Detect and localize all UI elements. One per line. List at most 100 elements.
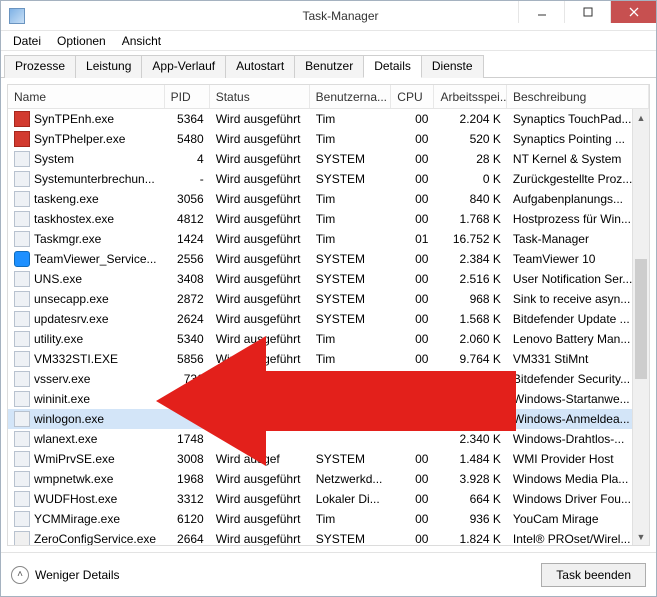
maximize-button[interactable]	[564, 1, 610, 23]
process-icon	[14, 471, 30, 487]
cell-cpu: 00	[391, 349, 434, 369]
col-beschr[interactable]: Beschreibung	[507, 85, 649, 108]
tab-strip: Prozesse Leistung App-Verlauf Autostart …	[1, 51, 656, 78]
cell-pid: 2664	[165, 529, 210, 546]
cell-pid: 3408	[165, 269, 210, 289]
cell-name: taskeng.exe	[8, 189, 165, 209]
cell-user: Tim	[310, 229, 392, 249]
fewer-details-button[interactable]: ˄ Weniger Details	[11, 566, 119, 584]
menu-datei[interactable]: Datei	[5, 32, 49, 50]
tab-details[interactable]: Details	[363, 55, 422, 78]
cell-beschr: Sink to receive asyn...	[507, 289, 649, 309]
cell-pid: 3312	[165, 489, 210, 509]
table-row[interactable]: SynTPEnh.exe5364Wird ausgeführtTim002.20…	[8, 109, 649, 129]
table-row[interactable]: taskeng.exe3056Wird ausgeführtTim00840 K…	[8, 189, 649, 209]
cell-mem: 2.340 K	[434, 429, 506, 449]
cell-name: unsecapp.exe	[8, 289, 165, 309]
scrollbar[interactable]: ▲ ▼	[632, 109, 649, 545]
cell-mem: 840 K	[434, 189, 506, 209]
tab-leistung[interactable]: Leistung	[75, 55, 142, 78]
cell-pid: 788	[165, 389, 210, 409]
process-table: Name PID Status Benutzerna... CPU Arbeit…	[7, 84, 650, 546]
scroll-thumb[interactable]	[635, 259, 647, 379]
table-row[interactable]: updatesrv.exe2624Wird ausgeführtSYSTEM00…	[8, 309, 649, 329]
end-task-button[interactable]: Task beenden	[541, 563, 646, 587]
table-row[interactable]: wininit.exe788520 KWindows-Startanwe...	[8, 389, 649, 409]
cell-beschr: User Notification Ser...	[507, 269, 649, 289]
cell-mem: 2.060 K	[434, 329, 506, 349]
cell-cpu: 00	[391, 109, 434, 129]
table-row[interactable]: Taskmgr.exe1424Wird ausgeführtTim0116.75…	[8, 229, 649, 249]
cell-mem: 1.824 K	[434, 529, 506, 546]
table-row[interactable]: YCMMirage.exe6120Wird ausgeführtTim00936…	[8, 509, 649, 529]
col-pid[interactable]: PID	[165, 85, 210, 108]
process-icon	[14, 391, 30, 407]
scroll-down-icon[interactable]: ▼	[633, 528, 649, 545]
cell-user: Tim	[310, 189, 392, 209]
cell-pid: 736	[165, 369, 210, 389]
cell-pid	[165, 409, 210, 429]
cell-pid: 3056	[165, 189, 210, 209]
menubar: Datei Optionen Ansicht	[1, 31, 656, 51]
col-name[interactable]: Name	[8, 85, 165, 108]
scroll-up-icon[interactable]: ▲	[633, 109, 649, 126]
process-icon	[14, 511, 30, 527]
col-status[interactable]: Status	[210, 85, 310, 108]
cell-pid: 5364	[165, 109, 210, 129]
table-row[interactable]: ZeroConfigService.exe2664Wird ausgeführt…	[8, 529, 649, 546]
tab-benutzer[interactable]: Benutzer	[294, 55, 364, 78]
tab-prozesse[interactable]: Prozesse	[4, 55, 76, 78]
col-cpu[interactable]: CPU	[391, 85, 434, 108]
cell-user: Tim	[310, 129, 392, 149]
tab-dienste[interactable]: Dienste	[421, 55, 484, 78]
table-row[interactable]: winlogon.exe716 KWindows-Anmeldea...	[8, 409, 649, 429]
col-mem[interactable]: Arbeitsspei...	[434, 85, 506, 108]
cell-mem: 1.768 K	[434, 209, 506, 229]
cell-mem: 664 K	[434, 489, 506, 509]
table-row[interactable]: WUDFHost.exe3312Wird ausgeführtLokaler D…	[8, 489, 649, 509]
cell-beschr: Lenovo Battery Man...	[507, 329, 649, 349]
tab-appverlauf[interactable]: App-Verlauf	[141, 55, 226, 78]
cell-cpu: 00	[391, 329, 434, 349]
cell-beschr: WMI Provider Host	[507, 449, 649, 469]
table-row[interactable]: wmpnetwk.exe1968Wird ausgeführtNetzwerkd…	[8, 469, 649, 489]
table-row[interactable]: WmiPrvSE.exe3008Wird ausgefSYSTEM001.484…	[8, 449, 649, 469]
table-row[interactable]: UNS.exe3408Wird ausgeführtSYSTEM002.516 …	[8, 269, 649, 289]
close-button[interactable]	[610, 1, 656, 23]
minimize-button[interactable]	[518, 1, 564, 23]
titlebar[interactable]: Task-Manager	[1, 1, 656, 31]
table-row[interactable]: vsserv.exe736Wird ausgeführtSYSTEM00186.…	[8, 369, 649, 389]
table-row[interactable]: utility.exe5340Wird ausgeführtTim002.060…	[8, 329, 649, 349]
cell-beschr: Aufgabenplanungs...	[507, 189, 649, 209]
cell-user: SYSTEM	[310, 369, 392, 389]
table-row[interactable]: Systemunterbrechun...-Wird ausgeführtSYS…	[8, 169, 649, 189]
cell-user: SYSTEM	[310, 289, 392, 309]
table-row[interactable]: TeamViewer_Service...2556Wird ausgeführt…	[8, 249, 649, 269]
process-icon	[14, 131, 30, 147]
cell-name: SynTPhelper.exe	[8, 129, 165, 149]
process-icon	[14, 231, 30, 247]
cell-beschr: Bitdefender Security...	[507, 369, 649, 389]
process-icon	[14, 171, 30, 187]
cell-mem: 1.484 K	[434, 449, 506, 469]
cell-status: Wird ausgeführt	[210, 329, 310, 349]
cell-mem: 28 K	[434, 149, 506, 169]
table-row[interactable]: SynTPhelper.exe5480Wird ausgeführtTim005…	[8, 129, 649, 149]
cell-name: Taskmgr.exe	[8, 229, 165, 249]
table-row[interactable]: VM332STI.EXE5856Wird ausgeführtTim009.76…	[8, 349, 649, 369]
cell-user: Tim	[310, 209, 392, 229]
table-row[interactable]: unsecapp.exe2872Wird ausgeführtSYSTEM009…	[8, 289, 649, 309]
cell-user: SYSTEM	[310, 269, 392, 289]
cell-cpu: 00	[391, 209, 434, 229]
cell-beschr: NT Kernel & System	[507, 149, 649, 169]
menu-ansicht[interactable]: Ansicht	[114, 32, 169, 50]
col-user[interactable]: Benutzerna...	[310, 85, 392, 108]
table-row[interactable]: System4Wird ausgeführtSYSTEM0028 KNT Ker…	[8, 149, 649, 169]
menu-optionen[interactable]: Optionen	[49, 32, 114, 50]
table-header: Name PID Status Benutzerna... CPU Arbeit…	[8, 85, 649, 109]
tab-autostart[interactable]: Autostart	[225, 55, 295, 78]
cell-cpu	[391, 389, 434, 409]
cell-status: Wird ausgeführt	[210, 509, 310, 529]
table-row[interactable]: wlanext.exe17482.340 KWindows-Drahtlos-.…	[8, 429, 649, 449]
table-row[interactable]: taskhostex.exe4812Wird ausgeführtTim001.…	[8, 209, 649, 229]
